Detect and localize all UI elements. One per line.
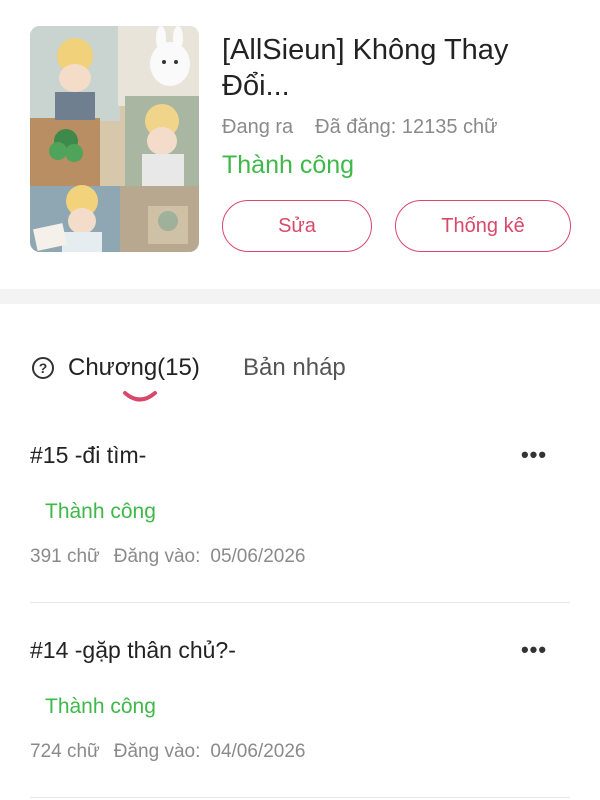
story-cover-image[interactable] <box>30 26 199 252</box>
more-options-icon[interactable]: ••• <box>516 440 552 470</box>
story-word-count: Đã đăng: 12135 chữ <box>315 116 498 138</box>
question-circle-icon[interactable]: ? <box>32 357 54 379</box>
statistics-button[interactable]: Thống kê <box>395 200 571 252</box>
chapter-word-count: 391 chữ <box>30 546 100 567</box>
story-state: Đang ra <box>222 116 294 138</box>
chapter-status: Thành công <box>45 695 156 718</box>
chapter-status: Thành công <box>45 500 156 523</box>
chapter-meta: 391 chữ Đăng vào: 05/06/2026 <box>30 546 305 568</box>
story-meta: Đang ra Đã đăng: 12135 chữ <box>222 116 498 139</box>
tab-drafts[interactable]: Bản nháp <box>243 354 346 382</box>
chapter-meta: 724 chữ Đăng vào: 04/06/2026 <box>30 741 305 763</box>
story-header: [AllSieun] Không Thay Đổi... Đang ra Đã đ… <box>0 0 600 289</box>
edit-button[interactable]: Sửa <box>222 200 372 252</box>
tab-chapters-label: Chương(15) <box>68 354 200 381</box>
row-divider <box>30 797 570 798</box>
chapter-posted-label: Đăng vào: <box>113 546 201 567</box>
chapter-title[interactable]: #15 -đi tìm- <box>30 442 146 469</box>
chapter-posted-label: Đăng vào: <box>113 741 201 762</box>
active-tab-indicator <box>123 391 157 402</box>
more-options-icon[interactable]: ••• <box>516 635 552 665</box>
row-divider <box>30 602 570 603</box>
story-management-screen: [AllSieun] Không Thay Đổi... Đang ra Đã đ… <box>0 0 600 800</box>
chapter-date: 04/06/2026 <box>210 741 306 762</box>
section-divider <box>0 289 600 304</box>
chapter-date: 05/06/2026 <box>210 546 306 567</box>
story-status: Thành công <box>222 151 355 179</box>
story-title[interactable]: [AllSieun] Không Thay Đổi... <box>222 32 582 104</box>
chapter-word-count: 724 chữ <box>30 741 100 762</box>
chapter-tabs: ? Chương(15) Bản nháp <box>0 340 600 410</box>
chapter-title[interactable]: #14 -gặp thân chủ?- <box>30 637 236 664</box>
tab-chapters[interactable]: ? Chương(15) <box>32 354 200 382</box>
cover-collage-graphic <box>30 26 199 252</box>
